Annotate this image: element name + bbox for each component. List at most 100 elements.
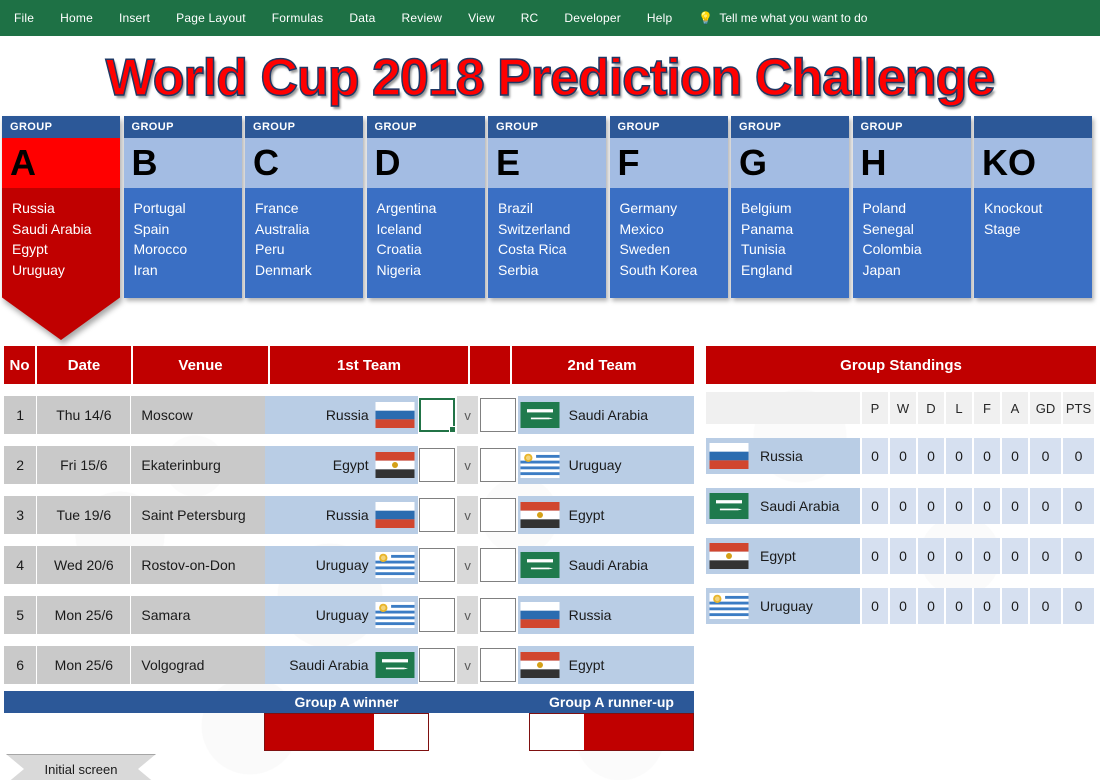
group-team-name: Mexico: [619, 220, 664, 237]
team1-score-cell[interactable]: [418, 446, 457, 484]
standings-value-f: 0: [972, 538, 1000, 574]
ribbon-tab-developer[interactable]: Developer: [564, 11, 621, 25]
ribbon-tab-data[interactable]: Data: [349, 11, 375, 25]
excel-ribbon-tab-bar[interactable]: File Home Insert Page Layout Formulas Da…: [0, 0, 1100, 36]
group-team-name: Spain: [133, 220, 170, 237]
ribbon-tab-home[interactable]: Home: [60, 11, 93, 25]
group-card-h[interactable]: GROUP H Poland Senegal Colombia Japan: [852, 116, 971, 298]
group-team-name: Australia: [255, 220, 310, 237]
group-winner-fill: [265, 714, 374, 750]
match-row: 2 Fri 15/6 Ekaterinburg Egypt v Uruguay: [4, 446, 694, 484]
initial-screen-label: Initial screen: [44, 761, 118, 777]
team1-score-cell[interactable]: [418, 596, 457, 634]
group-card-label: GROUP: [123, 116, 242, 138]
team2-name: Egypt: [562, 496, 694, 534]
group-card-e[interactable]: GROUP E Brazil Switzerland Costa Rica Serbia: [488, 116, 606, 298]
team2-score-cell[interactable]: [478, 646, 517, 684]
standings-value-w: 0: [888, 588, 916, 624]
standings-value-f: 0: [972, 438, 1000, 474]
group-winner-input[interactable]: [264, 713, 429, 751]
lightbulb-icon: 💡: [698, 11, 714, 25]
team2-score-input[interactable]: [479, 548, 516, 582]
standings-value-a: 0: [1000, 438, 1028, 474]
group-card-c[interactable]: GROUP C France Australia Peru Denmark: [245, 116, 363, 298]
match-number: 1: [4, 396, 37, 434]
team1-score-cell[interactable]: [418, 396, 457, 434]
initial-screen-button[interactable]: Initial screen: [6, 754, 156, 780]
standings-value-a: 0: [1000, 488, 1028, 524]
standings-value-l: 0: [944, 538, 972, 574]
team1-score-cell[interactable]: [418, 546, 457, 584]
group-team-name: France: [255, 200, 299, 216]
team2-score-input[interactable]: [479, 598, 516, 632]
ribbon-tab-view[interactable]: View: [468, 11, 495, 25]
team1-name: Uruguay: [264, 596, 373, 634]
standings-value-p: 0: [860, 538, 888, 574]
match-number: 4: [4, 546, 37, 584]
team1-name: Uruguay: [264, 546, 373, 584]
group-card-f[interactable]: GROUP F Germany Mexico Sweden South Korea: [609, 116, 728, 298]
group-card-letter: D: [366, 138, 485, 188]
team1-flag-icon: [372, 446, 418, 484]
team2-score-cell[interactable]: [478, 496, 517, 534]
group-winner-header: Group A winner: [264, 691, 429, 713]
team2-score-cell[interactable]: [478, 546, 517, 584]
group-card-teams: Poland Senegal Colombia Japan: [852, 188, 971, 298]
team1-score-input[interactable]: [419, 598, 456, 632]
match-venue: Samara: [130, 596, 265, 634]
tell-me-search[interactable]: 💡 Tell me what you want to do: [698, 11, 867, 25]
standings-team-col-spacer: [706, 392, 860, 424]
match-row: 5 Mon 25/6 Samara Uruguay v Russia: [4, 596, 694, 634]
standings-value-gd: 0: [1028, 488, 1061, 524]
team1-score-input[interactable]: [419, 498, 456, 532]
team1-score-input[interactable]: [419, 648, 456, 682]
team1-score-input[interactable]: [419, 398, 457, 433]
team2-flag-icon: [517, 396, 563, 434]
ribbon-tab-help[interactable]: Help: [647, 11, 672, 25]
team1-score-cell[interactable]: [418, 646, 457, 684]
group-card-g[interactable]: GROUP G Belgium Panama Tunisia England: [731, 116, 849, 298]
group-card-d[interactable]: GROUP D Argentina Iceland Croatia Nigeria: [366, 116, 485, 298]
group-qualifier-picks: Group A winner Group A runner-up: [4, 691, 694, 751]
standings-value-p: 0: [860, 488, 888, 524]
team2-score-cell[interactable]: [478, 396, 517, 434]
team1-score-input[interactable]: [419, 548, 456, 582]
ribbon-tab-review[interactable]: Review: [402, 11, 443, 25]
group-runnerup-header: Group A runner-up: [529, 691, 694, 713]
group-card-b[interactable]: GROUP B Portugal Spain Morocco Iran: [123, 116, 242, 298]
team1-flag-icon: [372, 596, 418, 634]
group-card-ko[interactable]: KO Knockout Stage: [974, 116, 1092, 298]
team1-score-input[interactable]: [419, 448, 456, 482]
team2-score-input[interactable]: [479, 498, 516, 532]
group-card-label: [974, 116, 1092, 138]
group-winner-value[interactable]: [373, 714, 428, 750]
match-date: Fri 15/6: [36, 446, 131, 484]
ribbon-tab-formulas[interactable]: Formulas: [272, 11, 324, 25]
team2-score-input[interactable]: [479, 448, 516, 482]
group-card-letter: H: [852, 138, 971, 188]
team2-score-cell[interactable]: [478, 446, 517, 484]
standings-value-f: 0: [972, 588, 1000, 624]
team2-name: Saudi Arabia: [562, 396, 694, 434]
group-runnerup-value[interactable]: [530, 714, 585, 750]
group-team-name: Portugal: [133, 200, 186, 216]
worksheet-canvas: World Cup 2018 Prediction Challenge GROU…: [0, 36, 1100, 780]
team2-score-input[interactable]: [479, 398, 516, 432]
group-runnerup-input[interactable]: [529, 713, 694, 751]
match-row: 6 Mon 25/6 Volgograd Saudi Arabia v Egypt: [4, 646, 694, 684]
match-date: Wed 20/6: [36, 546, 131, 584]
ribbon-tab-file[interactable]: File: [14, 11, 34, 25]
group-team-name: Stage: [984, 220, 1021, 237]
group-card-a[interactable]: GROUP A Russia Saudi Arabia Egypt Uruguay: [2, 116, 120, 340]
ribbon-tab-insert[interactable]: Insert: [119, 11, 150, 25]
standings-row: Egypt 0 0 0 0 0 0 0 0: [706, 538, 1096, 574]
ribbon-tab-rc[interactable]: RC: [521, 11, 539, 25]
ribbon-tab-page-layout[interactable]: Page Layout: [176, 11, 246, 25]
team2-score-cell[interactable]: [478, 596, 517, 634]
team1-score-cell[interactable]: [418, 496, 457, 534]
team2-score-input[interactable]: [479, 648, 516, 682]
match-date: Mon 25/6: [36, 646, 131, 684]
group-team-name: Senegal: [862, 220, 914, 237]
group-card-teams: Germany Mexico Sweden South Korea: [609, 188, 728, 298]
group-team-name: Saudi Arabia: [12, 220, 92, 237]
